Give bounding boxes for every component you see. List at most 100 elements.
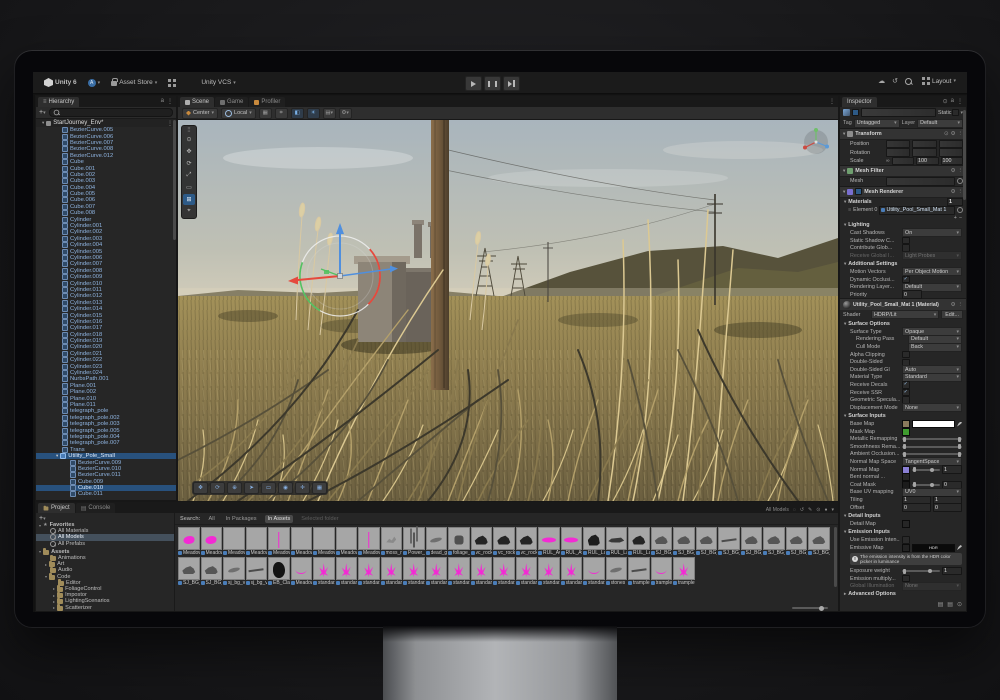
asset-item[interactable]: standar... — [493, 557, 515, 586]
transform-tool-button[interactable]: ⊞ — [183, 194, 195, 205]
hierarchy-search-input[interactable] — [49, 108, 173, 117]
asset-item[interactable]: vc_rock... — [471, 527, 493, 556]
foldout-caret-icon[interactable]: ▾ — [42, 120, 44, 126]
grid-snapping-button[interactable]: ▦ — [259, 108, 272, 119]
gameobject-name-field[interactable] — [861, 108, 936, 117]
kebab-menu-icon[interactable]: ⋮ — [167, 98, 173, 105]
twisty-open-icon[interactable]: ▾ — [45, 574, 47, 579]
twisty-closed-icon[interactable]: ▸ — [53, 593, 55, 598]
frame-selected-icon[interactable]: ▭ — [261, 482, 276, 494]
unity-menu[interactable]: Unity 6 — [41, 76, 80, 89]
color-swatch[interactable] — [912, 420, 955, 428]
asset-item[interactable]: SJ_BG_A... — [763, 527, 785, 556]
grid-scrollbar[interactable] — [834, 527, 837, 587]
kebab-menu-icon[interactable]: ⋮ — [958, 302, 964, 308]
twisty-closed-icon[interactable]: ▸ — [45, 562, 47, 567]
asset-item[interactable]: vc_rock... — [516, 527, 538, 556]
twisty-closed-icon[interactable]: ▸ — [53, 605, 55, 610]
scale-y-field[interactable]: 100 — [916, 157, 938, 166]
asset-item[interactable]: trample... — [628, 557, 650, 586]
draw-mode-button[interactable]: ◧ — [291, 108, 304, 119]
asset-item[interactable]: SJ_BG_A... — [808, 527, 830, 556]
eyedropper-icon[interactable] — [957, 545, 962, 550]
materials-count-field[interactable]: 1 — [947, 198, 963, 207]
asset-item[interactable]: vc_rock... — [493, 527, 515, 556]
play-button[interactable] — [465, 76, 482, 91]
rotation-x-field[interactable] — [886, 148, 910, 157]
asset-item[interactable]: standar... — [336, 557, 358, 586]
inspector-property-row[interactable]: Receive SSR ▾ ! — [840, 389, 966, 397]
tab-project[interactable]: Project — [38, 503, 75, 513]
inspector-property-row[interactable]: Smoothness Rema... ▾ ! — [840, 443, 966, 451]
asset-store-button[interactable]: Asset Store ▾ — [108, 77, 160, 88]
step-button[interactable] — [503, 76, 520, 91]
rotation-z-field[interactable] — [939, 148, 963, 157]
preset-icon[interactable]: ⚙ — [951, 189, 956, 195]
foldout-caret-icon[interactable]: ▾ — [56, 453, 58, 459]
scene-camera-settings-button[interactable]: ⚙▾ — [339, 108, 352, 119]
layout-dropdown[interactable]: Layout ▾ — [919, 75, 959, 87]
search-scope-all[interactable]: All — [206, 515, 218, 523]
checkbox[interactable] — [902, 351, 910, 359]
create-asset-button[interactable]: +▾ — [39, 515, 46, 522]
inspector-property-row[interactable]: Cast Shadows On▾ On !On — [840, 229, 966, 237]
asset-item[interactable]: SJ_BG_S... — [741, 527, 763, 556]
grid-menu-button[interactable] — [165, 77, 179, 89]
asset-item[interactable]: Meadow... — [201, 527, 223, 556]
dropdown[interactable]: None▾ — [902, 403, 962, 412]
slider[interactable] — [902, 438, 962, 440]
asset-item[interactable]: trample... — [673, 557, 695, 586]
tab-scene[interactable]: Scene — [180, 97, 214, 107]
position-x-field[interactable] — [886, 140, 910, 149]
asset-item[interactable]: standar... — [403, 557, 425, 586]
position-y-field[interactable] — [912, 140, 936, 149]
folder-item[interactable]: ▸ ▾ Scatterizer — [36, 604, 174, 610]
asset-item[interactable]: SJ_BG_A... — [201, 557, 223, 586]
scale-tool-button[interactable]: ⤢ — [183, 170, 195, 181]
asset-item[interactable]: standar... — [358, 557, 380, 586]
twisty-closed-icon[interactable]: ▸ — [53, 586, 55, 591]
asset-item[interactable]: RUL_Lar... — [606, 527, 628, 556]
asset-item[interactable]: SJ_BG_A... — [673, 527, 695, 556]
inspector-property-row[interactable]: Displacement Mode None▾ None !None — [840, 404, 966, 412]
grid-toggle-icon[interactable]: ▦ — [312, 482, 327, 494]
eyedropper-icon[interactable] — [957, 422, 962, 427]
meshrenderer-component-header[interactable]: ▾ Mesh Renderer ⚙⋮ — [840, 186, 966, 198]
meshfilter-component-header[interactable]: ▾ Mesh Filter ⚙⋮ — [840, 165, 966, 177]
asset-item[interactable]: moss_rock — [381, 527, 403, 556]
scene-lighting-button[interactable]: ☀ — [307, 108, 320, 119]
asset-item[interactable]: Power_T... — [403, 527, 425, 556]
slider[interactable] — [902, 453, 962, 455]
asset-item[interactable]: standar... — [538, 557, 560, 586]
material-asset-header[interactable]: Utility_Pool_Small_Mat 1 (Material) ⚙⋮ — [840, 298, 966, 310]
asset-item[interactable]: RUL_Ava... — [538, 527, 560, 556]
position-z-field[interactable] — [939, 140, 963, 149]
kebab-menu-icon[interactable]: ⋮ — [829, 98, 835, 105]
dropdown[interactable]: Light Probes▾ — [902, 251, 962, 260]
hierarchy-item[interactable]: ▾ Cube.011 — [36, 491, 176, 497]
tab-inspector[interactable]: Inspector — [842, 97, 877, 107]
transform-component-header[interactable]: ▾ Transform ⊙⚙⋮ — [840, 128, 966, 140]
hierarchy-scrollbar[interactable] — [173, 120, 176, 240]
asset-item[interactable]: Meadow... — [358, 527, 380, 556]
asset-item[interactable]: standar... — [471, 557, 493, 586]
value-field[interactable]: 0 — [902, 503, 931, 512]
view-tool-button[interactable]: ⊙ — [183, 134, 195, 145]
slider[interactable] — [912, 484, 940, 486]
asset-item[interactable]: Meadow... — [268, 527, 290, 556]
lock-icon[interactable]: a — [161, 98, 164, 105]
asset-item[interactable]: standar... — [426, 557, 448, 586]
inspector-property-row[interactable]: Detail Map ▾ ! — [840, 520, 966, 528]
preset-icon[interactable]: ⚙ — [951, 302, 956, 308]
asset-item[interactable]: standar... — [561, 557, 583, 586]
asset-item[interactable]: standar... — [583, 557, 605, 586]
asset-item[interactable]: EB_Cla... — [268, 557, 290, 586]
color-swatch[interactable]: HDR — [912, 544, 955, 552]
snap-increment-button[interactable]: ⌗ — [275, 108, 288, 119]
asset-item[interactable]: SJ_BG_S... — [651, 527, 673, 556]
inspector-property-row[interactable]: Receive Global I... Light Probes▾ Light … — [840, 252, 966, 260]
lock-icon[interactable]: a — [951, 98, 954, 105]
duplicate-icon[interactable]: ▤ — [947, 601, 953, 608]
pan-tool-icon[interactable]: ✥ — [193, 482, 208, 494]
checkbox[interactable] — [902, 237, 910, 245]
